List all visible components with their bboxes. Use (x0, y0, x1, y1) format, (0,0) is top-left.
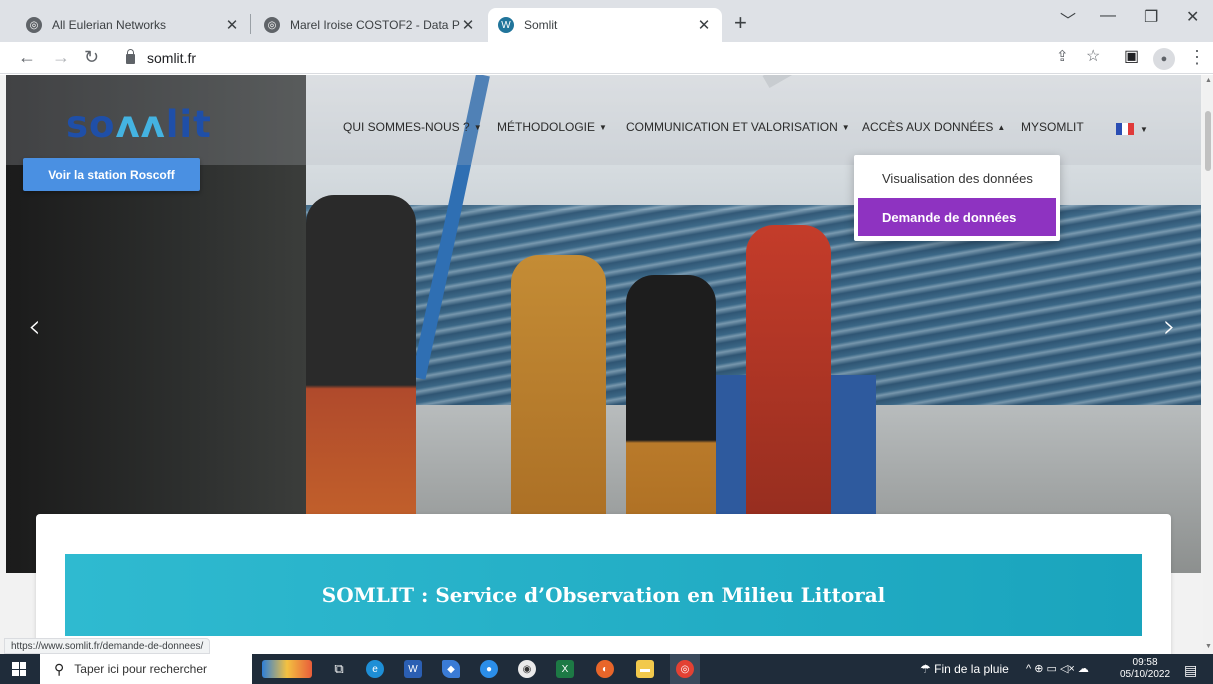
firefox-icon[interactable]: ◐ (596, 660, 614, 678)
intro-card: SOMLIT : Service d’Observation en Milieu… (36, 514, 1171, 654)
forward-button[interactable]: → (52, 47, 70, 67)
site-title-banner: SOMLIT : Service d’Observation en Milieu… (65, 554, 1142, 636)
caret-up-icon: ▲ (997, 123, 1006, 132)
nav-label: ACCÈS AUX DONNÉES (862, 120, 994, 134)
clock-time: 09:58 (1132, 657, 1158, 668)
umbrella-icon: ☂ (920, 662, 931, 676)
restore-button[interactable]: ❐ (1144, 7, 1158, 27)
tab-all-eulerian-networks[interactable]: ◎ All Eulerian Networks ✕ (16, 8, 250, 42)
taskbar-clock[interactable]: 09:58 05/10/2022 (1120, 657, 1170, 681)
search-placeholder: Taper ici pour rechercher (74, 662, 207, 676)
wordpress-icon: W (498, 17, 514, 33)
logo-text: so (66, 103, 116, 146)
reload-button[interactable]: ↻ (84, 47, 99, 67)
caret-down-icon: ▼ (473, 123, 482, 132)
carousel-prev-icon[interactable]: ‹ (28, 307, 41, 345)
somlit-logo[interactable]: soʌʌlit (66, 103, 212, 146)
teams-icon[interactable]: ● (480, 660, 498, 678)
word-icon[interactable]: W (404, 660, 422, 678)
close-icon[interactable]: ✕ (460, 16, 476, 34)
tab-marel-iroise[interactable]: ◎ Marel Iroise COSTOF2 - Data Plot ✕ (254, 8, 486, 42)
menu-kebab-icon[interactable]: ⋮ (1188, 47, 1206, 67)
file-explorer-icon[interactable]: ▬ (636, 660, 654, 678)
nav-label: MYSOMLIT (1021, 120, 1084, 134)
close-icon[interactable]: ✕ (696, 16, 712, 34)
scroll-down-icon[interactable]: ▼ (1205, 643, 1212, 650)
new-tab-button[interactable]: + (734, 10, 747, 36)
windows-taskbar: ⚲ Taper ici pour rechercher ⧉ e W ◆ ● ◉ … (0, 654, 1213, 684)
globe-icon: ◎ (264, 17, 280, 33)
nav-qui-sommes-nous[interactable]: QUI SOMMES-NOUS ? ▼ (343, 120, 482, 134)
app-icon[interactable]: ◉ (518, 660, 536, 678)
tab-label: Marel Iroise COSTOF2 - Data Plot (290, 18, 460, 32)
scroll-up-icon[interactable]: ▲ (1205, 77, 1212, 84)
caret-down-icon: ▼ (841, 123, 850, 132)
web-page: soʌʌlit Voir la station Roscoff QUI SOMM… (0, 75, 1213, 654)
address-bar[interactable]: somlit.fr (126, 49, 196, 66)
tab-label: All Eulerian Networks (52, 18, 167, 32)
task-view-icon[interactable]: ⧉ (330, 660, 348, 678)
logo-wave: ʌʌ (115, 103, 166, 146)
browser-toolbar: ← → ↻ somlit.fr ⇪ ☆ ▣ ⋮ (0, 42, 1213, 74)
dropdown-item-visualisation[interactable]: Visualisation des données (858, 159, 1056, 197)
search-icon: ⚲ (54, 660, 65, 677)
url-text: somlit.fr (147, 50, 196, 66)
link-status-bar: https://www.somlit.fr/demande-de-donnees… (4, 638, 211, 654)
french-flag-icon[interactable] (1116, 123, 1134, 135)
browser-tab-bar: ◎ All Eulerian Networks ✕ ◎ Marel Iroise… (0, 0, 1213, 42)
lock-icon (126, 49, 135, 64)
dropdown-item-demande[interactable]: Demande de données (858, 198, 1056, 236)
chrome-icon[interactable]: ◎ (676, 660, 694, 678)
side-panel-icon[interactable]: ▣ (1124, 47, 1139, 67)
nav-label: QUI SOMMES-NOUS ? (343, 120, 470, 134)
acces-donnees-dropdown: Visualisation des données Demande de don… (854, 155, 1060, 241)
edge-icon[interactable]: e (366, 660, 384, 678)
tab-somlit[interactable]: W Somlit ✕ (488, 8, 722, 42)
excel-icon[interactable]: X (556, 660, 574, 678)
nav-communication[interactable]: COMMUNICATION ET VALORISATION ▼ (626, 120, 850, 134)
scrollbar-thumb[interactable] (1205, 111, 1211, 171)
nav-acces-aux-donnees[interactable]: ACCÈS AUX DONNÉES ▲ (862, 120, 1005, 134)
window-close-button[interactable]: ✕ (1186, 7, 1199, 27)
close-icon[interactable]: ✕ (224, 16, 240, 34)
nav-label: MÉTHODOLOGIE (497, 120, 596, 134)
notification-icon[interactable]: ▤ (1184, 662, 1197, 679)
tab-divider (250, 14, 251, 34)
caret-down-icon[interactable]: ▼ (1136, 122, 1148, 136)
search-highlight-icon[interactable] (262, 660, 312, 678)
nav-methodologie[interactable]: MÉTHODOLOGIE ▼ (497, 120, 607, 134)
station-roscoff-button[interactable]: Voir la station Roscoff (23, 158, 200, 191)
windows-start-icon[interactable] (12, 662, 26, 676)
tab-label: Somlit (524, 18, 558, 32)
caret-down-icon: ▼ (599, 123, 607, 132)
globe-icon: ◎ (26, 17, 42, 33)
tab-search-chevron-icon[interactable]: ﹀ (1060, 7, 1076, 31)
hero-carousel: soʌʌlit Voir la station Roscoff QUI SOMM… (6, 75, 1201, 573)
logo-text: lit (165, 103, 212, 146)
nav-label: COMMUNICATION ET VALORISATION (626, 120, 838, 134)
nav-mysomlit[interactable]: MYSOMLIT (1021, 120, 1084, 134)
back-button[interactable]: ← (18, 47, 36, 67)
profile-avatar-icon[interactable]: ● (1153, 48, 1175, 70)
azure-icon[interactable]: ◆ (442, 660, 460, 678)
weather-text: Fin de la pluie (934, 662, 1009, 676)
taskbar-search-box[interactable]: ⚲ Taper ici pour rechercher (40, 654, 252, 684)
clock-date: 05/10/2022 (1120, 669, 1171, 680)
bookmark-star-icon[interactable]: ☆ (1086, 47, 1100, 67)
carousel-next-icon[interactable]: › (1163, 307, 1176, 345)
share-icon[interactable]: ⇪ (1056, 47, 1069, 67)
minimize-button[interactable]: — (1100, 7, 1116, 25)
tray-icons[interactable]: ^ ⊕ ▭ ◁× ☁ (1026, 662, 1089, 675)
weather-widget[interactable]: ☂ Fin de la pluie (920, 662, 1009, 676)
